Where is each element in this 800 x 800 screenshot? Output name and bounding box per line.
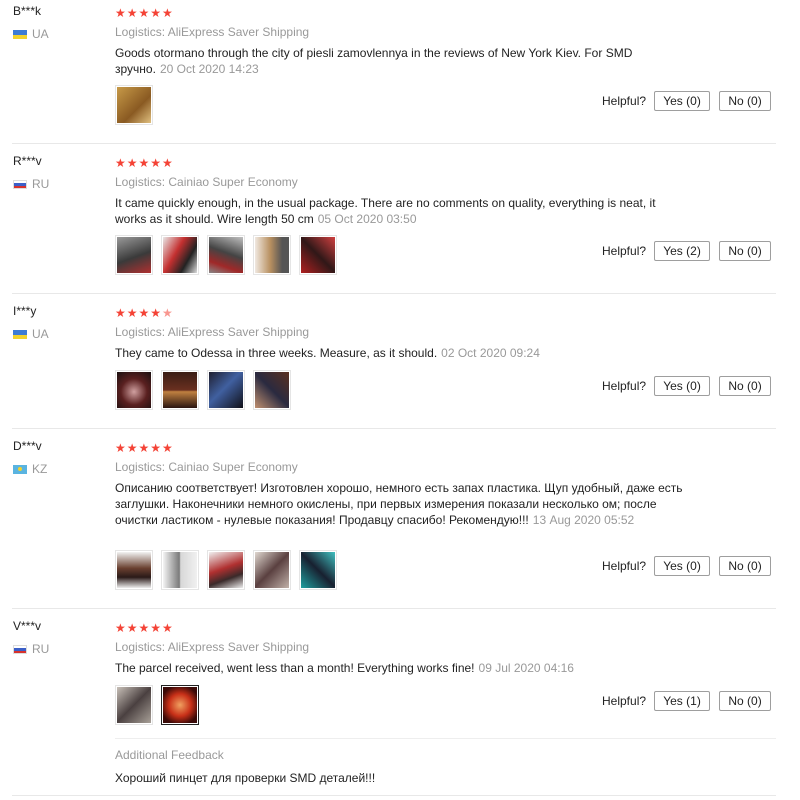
review-photo-thumbnail[interactable] xyxy=(253,370,291,410)
russia-flag-icon xyxy=(13,180,27,189)
review-photo-thumbnail[interactable] xyxy=(115,370,153,410)
review-text: Goods otormano through the city of piesl… xyxy=(115,46,633,76)
ukraine-flag-icon xyxy=(13,330,27,339)
review-divider xyxy=(12,428,776,429)
helpful-yes-button[interactable]: Yes (0) xyxy=(654,556,711,576)
helpful-vote: Helpful? Yes (0) No (0) xyxy=(602,91,772,111)
helpful-yes-button[interactable]: Yes (2) xyxy=(654,241,711,261)
reviewer-country: UA xyxy=(13,327,49,341)
review-photos xyxy=(115,370,291,410)
logistics-info: Logistics: AliExpress Saver Shipping xyxy=(115,25,310,39)
review-photo-thumbnail[interactable] xyxy=(207,550,245,590)
review-date: 02 Oct 2020 09:24 xyxy=(441,346,540,360)
reviewer-country: RU xyxy=(13,177,49,191)
review-photos xyxy=(115,85,153,125)
logistics-info: Logistics: Cainiao Super Economy xyxy=(115,175,298,189)
review-photo-thumbnail[interactable] xyxy=(299,550,337,590)
review-photo-thumbnail[interactable] xyxy=(115,685,153,725)
review-text: It came quickly enough, in the usual pac… xyxy=(115,196,656,226)
review-date: 05 Oct 2020 03:50 xyxy=(317,212,417,226)
helpful-label: Helpful? xyxy=(602,94,647,108)
reviewer-name: V***v xyxy=(13,619,42,633)
review-photo-thumbnail[interactable] xyxy=(253,235,291,275)
half-star-icon: ★ xyxy=(162,306,174,320)
review-divider xyxy=(12,795,776,796)
reviewer-country: KZ xyxy=(13,462,47,476)
review-text: Описанию соответствует! Изготовлен хорош… xyxy=(115,481,683,527)
helpful-label: Helpful? xyxy=(602,379,647,393)
review-text: The parcel received, went less than a mo… xyxy=(115,661,574,675)
logistics-info: Logistics: AliExpress Saver Shipping xyxy=(115,325,310,339)
review-photos xyxy=(115,685,199,725)
helpful-vote: Helpful? Yes (0) No (0) xyxy=(602,556,772,576)
additional-feedback-text: Хороший пинцет для проверки SMD деталей!… xyxy=(115,771,376,785)
helpful-no-button[interactable]: No (0) xyxy=(719,691,772,711)
helpful-vote: Helpful? Yes (1) No (0) xyxy=(602,691,772,711)
review-date: 20 Oct 2020 14:23 xyxy=(159,62,259,76)
review-divider xyxy=(12,608,776,609)
review-photo-thumbnail[interactable] xyxy=(115,550,153,590)
helpful-yes-button[interactable]: Yes (0) xyxy=(654,91,711,111)
review-date: 13 Aug 2020 05:52 xyxy=(532,513,635,527)
helpful-no-button[interactable]: No (0) xyxy=(719,556,772,576)
ukraine-flag-icon xyxy=(13,30,27,39)
review-photo-thumbnail[interactable] xyxy=(115,85,153,125)
kazakhstan-flag-icon xyxy=(13,465,27,474)
helpful-no-button[interactable]: No (0) xyxy=(719,241,772,261)
review-photos xyxy=(115,550,337,590)
review-photo-thumbnail[interactable] xyxy=(161,550,199,590)
helpful-no-button[interactable]: No (0) xyxy=(719,91,772,111)
helpful-yes-button[interactable]: Yes (1) xyxy=(654,691,711,711)
review-photos xyxy=(115,235,337,275)
logistics-info: Logistics: Cainiao Super Economy xyxy=(115,460,298,474)
additional-feedback-title: Additional Feedback xyxy=(115,748,224,762)
review-date: 09 Jul 2020 04:16 xyxy=(478,661,574,675)
review-photo-thumbnail[interactable] xyxy=(161,235,199,275)
review-divider xyxy=(12,293,776,294)
logistics-info: Logistics: AliExpress Saver Shipping xyxy=(115,640,310,654)
reviewer-name: I***y xyxy=(13,304,37,318)
star-rating: ★★★★★ xyxy=(115,6,174,20)
review-photo-thumbnail[interactable] xyxy=(299,235,337,275)
review-photo-thumbnail[interactable] xyxy=(161,685,199,725)
star-rating: ★★★★★ xyxy=(115,156,174,170)
review-photo-thumbnail[interactable] xyxy=(115,235,153,275)
reviewer-country: RU xyxy=(13,642,49,656)
helpful-label: Helpful? xyxy=(602,694,647,708)
star-rating: ★★★★★ xyxy=(115,306,174,320)
review-photo-thumbnail[interactable] xyxy=(161,370,199,410)
star-rating: ★★★★★ xyxy=(115,441,174,455)
russia-flag-icon xyxy=(13,645,27,654)
helpful-no-button[interactable]: No (0) xyxy=(719,376,772,396)
review-photo-thumbnail[interactable] xyxy=(253,550,291,590)
helpful-yes-button[interactable]: Yes (0) xyxy=(654,376,711,396)
helpful-vote: Helpful? Yes (2) No (0) xyxy=(602,241,772,261)
reviewer-name: B***k xyxy=(13,4,42,18)
reviewer-name: R***v xyxy=(13,154,42,168)
helpful-label: Helpful? xyxy=(602,559,647,573)
helpful-label: Helpful? xyxy=(602,244,647,258)
review-text: They came to Odessa in three weeks. Meas… xyxy=(115,346,540,360)
reviewer-country: UA xyxy=(13,27,49,41)
review-photo-thumbnail[interactable] xyxy=(207,235,245,275)
helpful-vote: Helpful? Yes (0) No (0) xyxy=(602,376,772,396)
star-rating: ★★★★★ xyxy=(115,621,174,635)
additional-feedback-divider xyxy=(115,738,776,739)
review-divider xyxy=(12,143,776,144)
review-photo-thumbnail[interactable] xyxy=(207,370,245,410)
reviewer-name: D***v xyxy=(13,439,42,453)
